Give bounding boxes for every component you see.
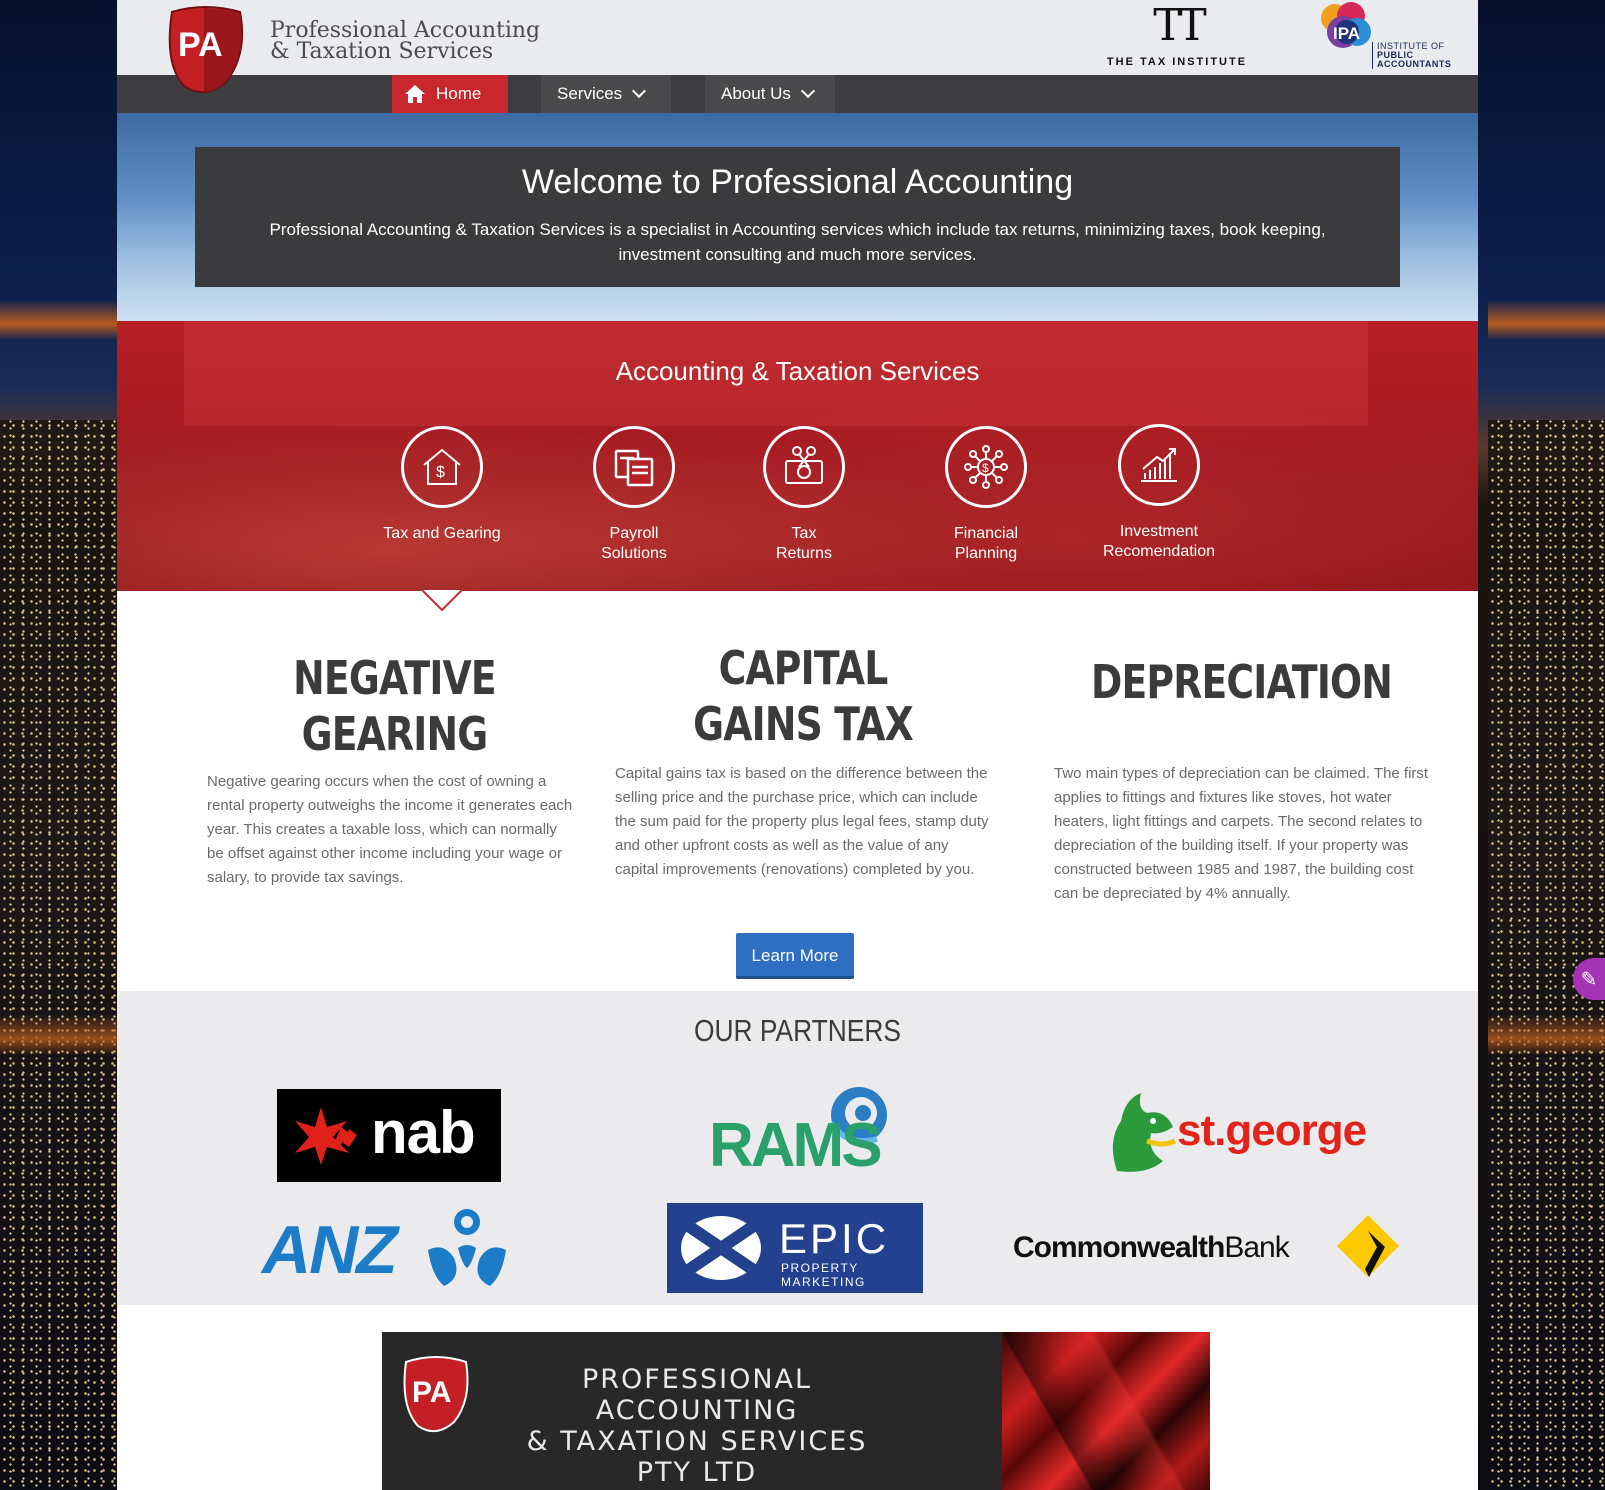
service-circle bbox=[593, 426, 675, 508]
network-dollar-icon: $ bbox=[964, 445, 1008, 489]
service-financial-planning[interactable]: $ Financial Planning bbox=[906, 426, 1066, 564]
partner-epic-sub: PROPERTY MARKETING bbox=[781, 1261, 866, 1289]
footer-line-1: PROFESSIONAL ACCOUNTING bbox=[581, 1364, 813, 1426]
svg-text:$: $ bbox=[982, 461, 989, 475]
cba-diamond-icon bbox=[1337, 1215, 1399, 1277]
footer-banner: PA PROFESSIONAL ACCOUNTING & TAXATION SE… bbox=[382, 1332, 1210, 1490]
documents-icon bbox=[614, 449, 654, 487]
growth-chart-icon bbox=[1141, 448, 1177, 482]
service-payroll-solutions[interactable]: Payroll Solutions bbox=[554, 426, 714, 564]
service-circle: $ bbox=[945, 426, 1027, 508]
chevron-down-icon bbox=[632, 83, 647, 99]
partner-anz-logo[interactable]: ANZ bbox=[262, 1206, 517, 1291]
service-circle bbox=[763, 426, 845, 508]
hero: Welcome to Professional Accounting Profe… bbox=[117, 113, 1478, 321]
partner-anz-name: ANZ bbox=[262, 1212, 398, 1288]
svg-text:$: $ bbox=[436, 464, 445, 481]
brand-line-2: & Taxation Services bbox=[270, 39, 494, 64]
nab-star-icon bbox=[295, 1107, 357, 1165]
brand-name: Professional Accounting & Taxation Servi… bbox=[270, 18, 541, 64]
footer-line-2: & TAXATION SERVICES bbox=[526, 1426, 868, 1457]
partner-nab-logo[interactable]: nab bbox=[277, 1089, 501, 1182]
nav-about-us[interactable]: About Us bbox=[705, 75, 835, 113]
article-capital-gains-tax: CAPITAL GAINS TAX Capital gains tax is b… bbox=[615, 640, 990, 878]
service-label: Financial Planning bbox=[953, 525, 1019, 562]
partner-commonwealth-bank-logo[interactable]: CommonwealthBank bbox=[1013, 1213, 1413, 1283]
services-heading: Accounting & Taxation Services bbox=[615, 356, 980, 386]
service-tax-returns[interactable]: Tax Returns bbox=[724, 426, 884, 564]
pa-logo[interactable]: PA bbox=[164, 4, 246, 94]
welcome-title: Welcome to Professional Accounting bbox=[521, 163, 1074, 201]
service-label: Tax Returns bbox=[775, 525, 833, 562]
footer-pa-logo: PA bbox=[403, 1356, 469, 1433]
service-label: Investment Recomendation bbox=[1102, 523, 1216, 560]
article-title: DEPRECIATION bbox=[1090, 655, 1393, 709]
svg-text:PA: PA bbox=[178, 26, 223, 64]
article-title: NEGATIVE GEARING bbox=[293, 651, 497, 761]
service-circle bbox=[1118, 424, 1200, 506]
welcome-text: Professional Accounting & Taxation Servi… bbox=[269, 220, 1326, 264]
service-label: Payroll Solutions bbox=[601, 525, 667, 562]
page: PA Professional Accounting & Taxation Se… bbox=[117, 0, 1478, 1490]
ipa-line-3: ACCOUNTANTS bbox=[1377, 59, 1452, 69]
partner-rams-name: RAMS bbox=[709, 1111, 883, 1180]
article-body: Negative gearing occurs when the cost of… bbox=[207, 773, 573, 886]
service-tax-and-gearing[interactable]: $ Tax and Gearing bbox=[362, 426, 522, 544]
services-band: Accounting & Taxation Services $ Tax and… bbox=[117, 321, 1478, 591]
ipa-name: INSTITUTE OF PUBLIC ACCOUNTANTS bbox=[1372, 42, 1451, 69]
service-label: Tax and Gearing bbox=[383, 525, 501, 542]
nav-services-label: Services bbox=[557, 84, 623, 103]
nav-home-label: Home bbox=[436, 84, 482, 103]
article-negative-gearing: NEGATIVE GEARING Negative gearing occurs… bbox=[207, 640, 582, 886]
anz-people-icon bbox=[428, 1209, 506, 1286]
home-icon bbox=[405, 85, 425, 103]
partner-st-george-logo[interactable]: st.george bbox=[1107, 1091, 1387, 1181]
background-city-right bbox=[1488, 0, 1605, 1490]
chevron-down-icon bbox=[800, 83, 816, 99]
nav-about-label: About Us bbox=[721, 84, 791, 103]
brand-line-1: Professional Accounting bbox=[270, 18, 541, 43]
footer-line-3: PTY LTD bbox=[636, 1457, 758, 1488]
money-cut-icon bbox=[785, 446, 823, 484]
partner-st-george-name: st.george bbox=[1177, 1106, 1367, 1155]
article-body: Capital gains tax is based on the differ… bbox=[615, 765, 989, 878]
tax-institute-label: THE TAX INSTITUTE bbox=[1106, 56, 1248, 68]
ipa-abbr: IPA bbox=[1333, 24, 1361, 43]
partners-section: OUR PARTNERS nab RAMS st.george ANZ EPIC… bbox=[117, 991, 1478, 1305]
partner-epic-logo[interactable]: EPIC PROPERTY MARKETING bbox=[667, 1203, 923, 1293]
svg-text:PA: PA bbox=[412, 1376, 451, 1409]
dragon-icon bbox=[1112, 1093, 1177, 1172]
footer-company-name: PROFESSIONAL ACCOUNTING & TAXATION SERVI… bbox=[482, 1364, 912, 1488]
header: PA Professional Accounting & Taxation Se… bbox=[117, 0, 1478, 93]
service-circle: $ bbox=[401, 426, 483, 508]
nav-home[interactable]: Home bbox=[392, 75, 508, 113]
article-title: CAPITAL GAINS TAX bbox=[692, 641, 914, 751]
article-depreciation: DEPRECIATION Two main types of depreciat… bbox=[1054, 640, 1429, 902]
partner-rams-logo[interactable]: RAMS bbox=[709, 1083, 899, 1183]
partner-epic-name: EPIC bbox=[779, 1215, 890, 1262]
ipa-logo[interactable]: IPA INSTITUTE OF PUBLIC ACCOUNTANTS bbox=[1317, 2, 1457, 72]
welcome-box: Welcome to Professional Accounting Profe… bbox=[195, 147, 1400, 287]
house-dollar-icon: $ bbox=[423, 448, 461, 485]
partner-cba-name-light: Bank bbox=[1224, 1231, 1289, 1264]
main-nav: Home Services About Us bbox=[117, 75, 1478, 113]
tax-institute-mark: TT bbox=[1153, 0, 1207, 51]
partner-nab-name: nab bbox=[371, 1099, 476, 1166]
partners-heading: OUR PARTNERS bbox=[694, 1013, 901, 1048]
service-investment-recomendation[interactable]: Investment Recomendation bbox=[1079, 424, 1239, 562]
learn-more-button[interactable]: Learn More bbox=[736, 933, 854, 979]
nav-services[interactable]: Services bbox=[541, 75, 671, 113]
article-body: Two main types of depreciation can be cl… bbox=[1054, 765, 1429, 902]
background-city-left bbox=[0, 0, 117, 1490]
partner-cba-name-bold: Commonwealth bbox=[1013, 1231, 1225, 1264]
footer-red-artwork-shade bbox=[1002, 1332, 1210, 1490]
tax-institute-logo[interactable]: TT THE TAX INSTITUTE bbox=[1097, 0, 1257, 69]
epic-x-icon bbox=[681, 1216, 761, 1280]
partner-cba-name: CommonwealthBank bbox=[1013, 1231, 1290, 1265]
